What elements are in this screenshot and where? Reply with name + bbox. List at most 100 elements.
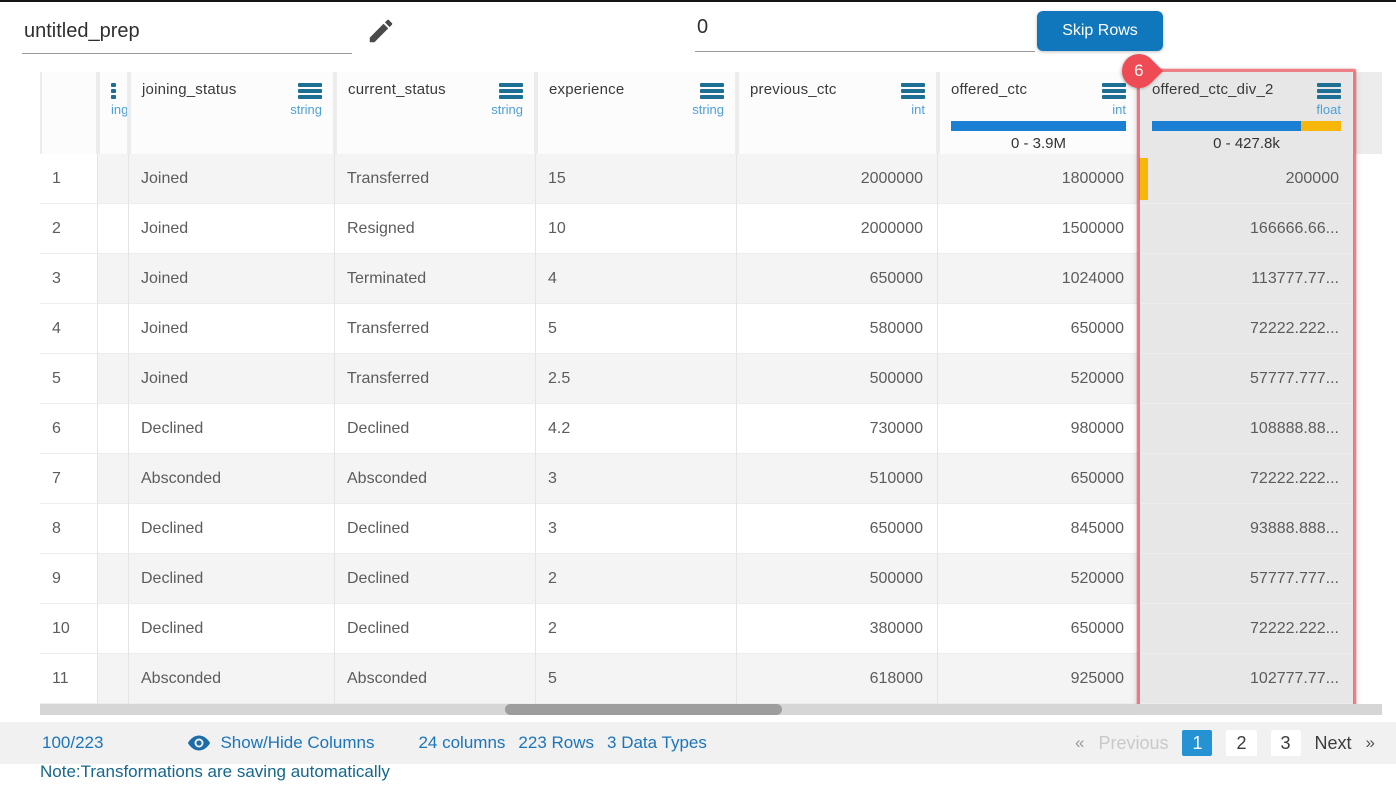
table-cell[interactable]: 1024000 [938, 254, 1139, 304]
table-cell[interactable] [98, 554, 129, 604]
table-cell[interactable]: 15 [536, 154, 737, 204]
table-cell[interactable]: Declined [335, 604, 536, 654]
table-cell[interactable]: Absconded [129, 654, 335, 704]
table-cell[interactable]: 925000 [938, 654, 1139, 704]
table-cell[interactable]: 650000 [737, 504, 938, 554]
table-cell[interactable]: Absconded [335, 654, 536, 704]
table-cell[interactable] [98, 154, 129, 204]
table-cell[interactable] [98, 354, 129, 404]
table-cell[interactable] [98, 204, 129, 254]
column-header-previous_ctc[interactable]: previous_ctcint [737, 72, 938, 154]
table-cell[interactable] [98, 254, 129, 304]
show-hide-columns-button[interactable]: Show/Hide Columns [187, 731, 374, 755]
table-cell[interactable]: 500000 [737, 554, 938, 604]
table-cell[interactable]: 3 [536, 504, 737, 554]
table-cell[interactable]: 1800000 [938, 154, 1139, 204]
column-menu-icon[interactable] [1317, 81, 1341, 101]
column-menu-icon[interactable] [700, 81, 724, 101]
horizontal-scrollbar[interactable] [40, 704, 1382, 715]
column-menu-icon[interactable] [111, 81, 116, 101]
table-cell[interactable]: 2 [536, 604, 737, 654]
table-cell[interactable]: Joined [129, 354, 335, 404]
table-cell[interactable]: Resigned [335, 204, 536, 254]
table-cell[interactable]: 3 [536, 454, 737, 504]
page-number-2[interactable]: 2 [1226, 730, 1256, 756]
table-cell[interactable] [98, 504, 129, 554]
table-cell[interactable]: 102777.77... [1139, 654, 1354, 704]
table-cell[interactable]: 650000 [737, 254, 938, 304]
table-cell[interactable]: 4 [536, 254, 737, 304]
table-cell[interactable] [98, 404, 129, 454]
table-cell[interactable]: Joined [129, 154, 335, 204]
column-header-current_status[interactable]: current_statusstring [335, 72, 536, 154]
column-menu-icon[interactable] [298, 81, 322, 101]
column-header-offered_ctc[interactable]: offered_ctcint0 - 3.9M [938, 72, 1139, 154]
table-cell[interactable]: 650000 [938, 304, 1139, 354]
table-cell[interactable]: 520000 [938, 354, 1139, 404]
table-cell[interactable]: Joined [129, 304, 335, 354]
column-menu-icon[interactable] [499, 81, 523, 101]
table-cell[interactable]: 500000 [737, 354, 938, 404]
table-cell[interactable]: 93888.888... [1139, 504, 1354, 554]
column-menu-icon[interactable] [901, 81, 925, 101]
table-cell[interactable]: Joined [129, 254, 335, 304]
table-cell[interactable]: 4.2 [536, 404, 737, 454]
table-cell[interactable]: 72222.222... [1139, 304, 1354, 354]
table-cell[interactable]: 2000000 [737, 154, 938, 204]
last-page-arrow[interactable]: » [1366, 733, 1375, 753]
next-page-button[interactable]: Next [1315, 733, 1352, 754]
table-cell[interactable]: 980000 [938, 404, 1139, 454]
table-cell[interactable]: 57777.777... [1139, 354, 1354, 404]
table-cell[interactable]: Joined [129, 204, 335, 254]
table-cell[interactable]: Declined [335, 404, 536, 454]
column-header-truncated[interactable]: ing [98, 72, 129, 154]
table-cell[interactable]: 2.5 [536, 354, 737, 404]
skip-rows-input[interactable] [695, 8, 1035, 52]
table-cell[interactable]: 5 [536, 654, 737, 704]
prep-name-input[interactable] [22, 14, 352, 54]
page-number-1[interactable]: 1 [1182, 730, 1212, 756]
column-header-experience[interactable]: experiencestring [536, 72, 737, 154]
table-cell[interactable]: Declined [129, 404, 335, 454]
table-cell[interactable] [98, 454, 129, 504]
column-header-offered_ctc_div_2[interactable]: offered_ctc_div_2float0 - 427.8k [1139, 72, 1354, 154]
table-cell[interactable]: Terminated [335, 254, 536, 304]
column-menu-icon[interactable] [1102, 81, 1126, 101]
table-cell[interactable]: 2000000 [737, 204, 938, 254]
table-cell[interactable]: Declined [129, 504, 335, 554]
table-cell[interactable]: Transferred [335, 354, 536, 404]
table-cell[interactable]: 57777.777... [1139, 554, 1354, 604]
table-cell[interactable]: Transferred [335, 154, 536, 204]
table-cell[interactable] [98, 304, 129, 354]
table-cell[interactable]: 72222.222... [1139, 454, 1354, 504]
skip-rows-button[interactable]: Skip Rows [1037, 11, 1163, 51]
table-cell[interactable]: 166666.66... [1139, 204, 1354, 254]
table-cell[interactable]: Declined [335, 504, 536, 554]
table-cell[interactable]: 520000 [938, 554, 1139, 604]
table-cell[interactable]: 730000 [737, 404, 938, 454]
table-cell[interactable]: Declined [129, 604, 335, 654]
first-page-arrow[interactable]: « [1075, 733, 1084, 753]
table-cell[interactable]: Transferred [335, 304, 536, 354]
table-cell[interactable]: 72222.222... [1139, 604, 1354, 654]
edit-name-pencil-icon[interactable] [366, 16, 398, 48]
table-cell[interactable]: 2 [536, 554, 737, 604]
table-cell[interactable]: 113777.77... [1139, 254, 1354, 304]
table-cell[interactable] [98, 604, 129, 654]
table-cell[interactable]: 380000 [737, 604, 938, 654]
table-cell[interactable]: 5 [536, 304, 737, 354]
table-cell[interactable]: 845000 [938, 504, 1139, 554]
table-cell[interactable]: 1500000 [938, 204, 1139, 254]
table-cell[interactable]: 108888.88... [1139, 404, 1354, 454]
previous-page-button[interactable]: Previous [1098, 733, 1168, 754]
table-cell[interactable]: 10 [536, 204, 737, 254]
table-cell[interactable]: 650000 [938, 454, 1139, 504]
table-cell[interactable]: 650000 [938, 604, 1139, 654]
table-cell[interactable]: Absconded [335, 454, 536, 504]
table-cell[interactable]: Declined [129, 554, 335, 604]
table-cell[interactable]: 200000 [1139, 154, 1354, 204]
table-cell[interactable]: 510000 [737, 454, 938, 504]
table-cell[interactable] [98, 654, 129, 704]
horizontal-scrollbar-thumb[interactable] [505, 704, 782, 715]
column-header-joining_status[interactable]: joining_statusstring [129, 72, 335, 154]
